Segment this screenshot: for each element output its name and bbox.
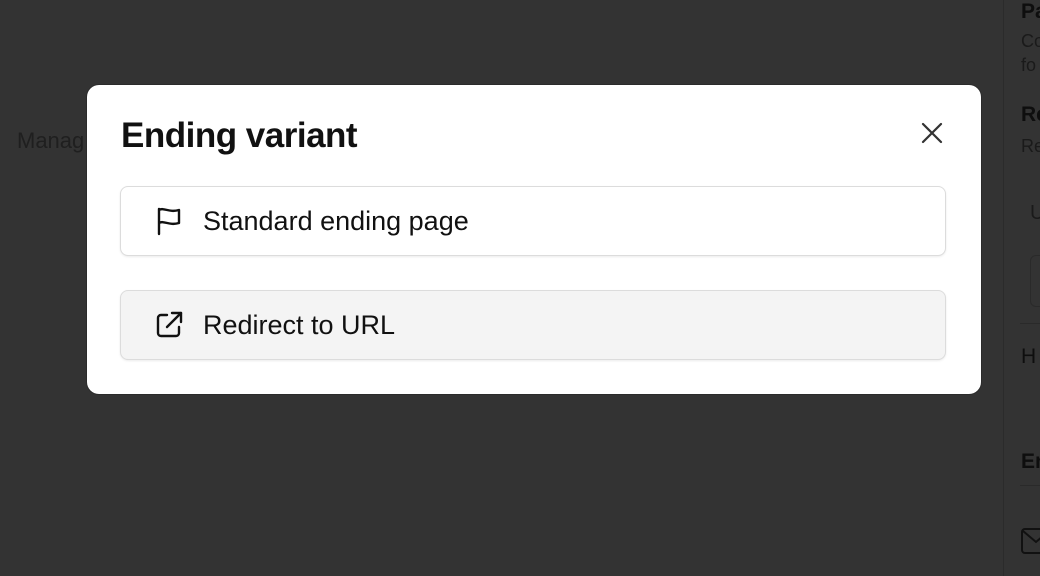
- panel-sub-2: Re: [1021, 136, 1040, 156]
- panel-title-2: Re: [1021, 103, 1040, 126]
- external-link-icon: [154, 310, 184, 340]
- panel-sub-1b: fo: [1021, 55, 1037, 75]
- panel-title-4: En: [1021, 450, 1040, 473]
- panel-input-box: [1030, 255, 1040, 307]
- background-heading: Manag: [17, 128, 85, 153]
- panel-divider: [1020, 323, 1040, 324]
- page: Manag Pa Co fo Re Re U H En Ending varia…: [0, 0, 1040, 576]
- option-redirect-to-url[interactable]: Redirect to URL: [120, 290, 946, 360]
- flag-icon: [154, 206, 184, 236]
- background-right-panel: Pa Co fo Re Re U H En: [1003, 0, 1040, 576]
- option-standard-ending-page[interactable]: Standard ending page: [120, 186, 946, 256]
- panel-sub-1a: Co: [1021, 31, 1040, 51]
- ending-variant-dialog: Ending variant Standard ending page Redi…: [87, 85, 981, 394]
- dialog-title: Ending variant: [121, 116, 358, 155]
- option-label: Redirect to URL: [203, 309, 396, 340]
- panel-label: U: [1030, 202, 1040, 224]
- close-button[interactable]: [917, 118, 947, 148]
- mail-icon: [1021, 528, 1040, 554]
- panel-title-3: H: [1021, 345, 1037, 368]
- option-label: Standard ending page: [203, 205, 469, 236]
- panel-title-1: Pa: [1021, 0, 1040, 23]
- close-icon: [921, 122, 943, 144]
- panel-divider-2: [1020, 485, 1040, 486]
